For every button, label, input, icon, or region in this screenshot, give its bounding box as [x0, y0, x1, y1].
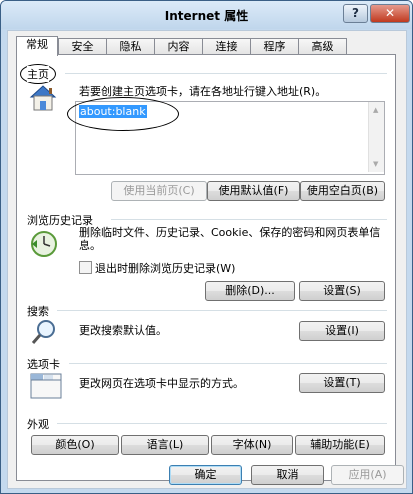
- search-description: 更改搜索默认值。: [79, 324, 167, 337]
- tab-connections[interactable]: 连接: [202, 38, 251, 55]
- history-description: 删除临时文件、历史记录、Cookie、保存的密码和网页表单信息。: [79, 226, 381, 252]
- scroll-down-icon[interactable]: ▼: [373, 160, 378, 168]
- internet-options-window: Internet 属性 ? ✕ 常规 安全 隐私 内容 连接 程序 高级 主页: [0, 0, 413, 494]
- homepage-group-title: 主页: [27, 66, 49, 82]
- tabs-settings-button[interactable]: 设置(T): [299, 373, 385, 393]
- tab-content[interactable]: 内容: [154, 38, 203, 55]
- apply-button[interactable]: 应用(A): [331, 465, 404, 485]
- tab-advanced[interactable]: 高级: [298, 38, 347, 55]
- dialog-client: 常规 安全 隐私 内容 连接 程序 高级 主页 若要创建主页选项卡，请在各地址行…: [7, 30, 407, 489]
- appearance-group-title: 外观: [27, 416, 49, 432]
- delete-on-exit-label[interactable]: 退出时删除浏览历史记录(W): [95, 260, 235, 276]
- cancel-button[interactable]: 取消: [251, 465, 324, 485]
- search-settings-button[interactable]: 设置(I): [299, 321, 385, 341]
- delete-history-button[interactable]: 删除(D)...: [205, 281, 295, 301]
- use-default-button[interactable]: 使用默认值(F): [207, 181, 300, 201]
- title-bar[interactable]: Internet 属性 ? ✕: [1, 1, 412, 29]
- history-clock-icon: [29, 229, 59, 259]
- help-button[interactable]: ?: [343, 4, 368, 23]
- tabs-description: 更改网页在选项卡中显示的方式。: [79, 377, 244, 390]
- search-separator: [57, 310, 387, 311]
- home-icon: [27, 83, 59, 113]
- colors-button[interactable]: 颜色(O): [31, 435, 119, 455]
- tab-general[interactable]: 常规: [16, 36, 58, 56]
- close-button[interactable]: ✕: [370, 4, 410, 23]
- homepage-separator: [65, 73, 387, 74]
- history-separator: [111, 219, 387, 220]
- languages-button[interactable]: 语言(L): [121, 435, 209, 455]
- ok-button[interactable]: 确定: [169, 465, 242, 485]
- search-magnifier-icon: [29, 317, 59, 347]
- tab-programs[interactable]: 程序: [250, 38, 299, 55]
- tab-privacy[interactable]: 隐私: [106, 38, 155, 55]
- use-blank-button[interactable]: 使用空白页(B): [300, 181, 385, 201]
- delete-on-exit-checkbox[interactable]: [79, 261, 92, 274]
- appearance-separator: [57, 423, 387, 424]
- tabs-window-icon: [29, 370, 63, 400]
- tabs-separator: [69, 363, 387, 364]
- fonts-button[interactable]: 字体(N): [211, 435, 293, 455]
- address-scrollbar[interactable]: ▲ ▼: [368, 102, 384, 172]
- tab-security[interactable]: 安全: [58, 38, 107, 55]
- history-settings-button[interactable]: 设置(S): [299, 281, 385, 301]
- annotation-circle-address: [67, 97, 179, 131]
- accessibility-button[interactable]: 辅助功能(E): [295, 435, 385, 455]
- general-tab-panel: 主页 若要创建主页选项卡，请在各地址行键入地址(R)。 about:blank …: [16, 54, 396, 481]
- use-current-button[interactable]: 使用当前页(C): [111, 181, 207, 201]
- scroll-up-icon[interactable]: ▲: [373, 106, 378, 114]
